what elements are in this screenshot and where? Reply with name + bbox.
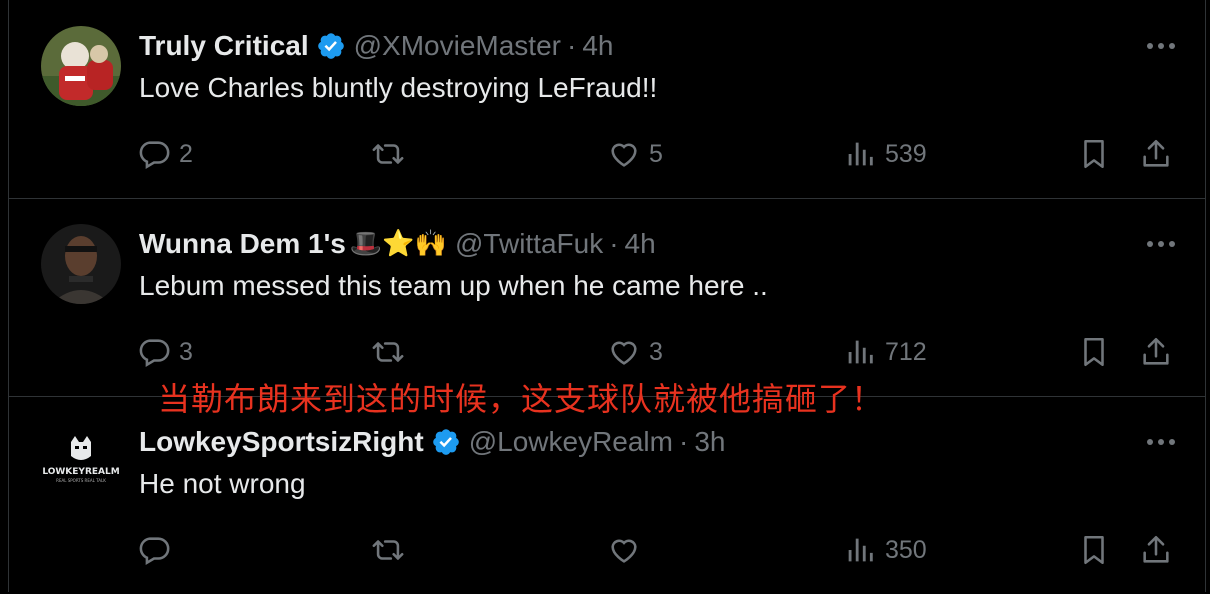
share-button[interactable] xyxy=(1139,530,1173,570)
bookmark-icon xyxy=(1084,139,1104,169)
like-button[interactable] xyxy=(607,530,641,570)
timestamp[interactable]: 3h xyxy=(694,426,725,458)
views-icon xyxy=(848,340,873,364)
separator-dot: · xyxy=(567,30,577,61)
view-count: 712 xyxy=(885,337,927,366)
view-count: 350 xyxy=(885,535,927,564)
retweet-button[interactable] xyxy=(371,530,405,570)
more-icon[interactable] xyxy=(1143,34,1179,58)
user-handle[interactable]: @XMovieMaster xyxy=(354,30,561,62)
tweet-item[interactable]: Wunna Dem 1's 🎩⭐🙌 @TwittaFuk · 4h Lebum … xyxy=(9,198,1205,397)
action-bar: 3 3 712 xyxy=(9,332,1205,372)
svg-text:LOWKEYREALM: LOWKEYREALM xyxy=(42,467,119,477)
svg-text:REAL SPORTS REAL TALK: REAL SPORTS REAL TALK xyxy=(56,478,106,483)
translation-caption: 当勒布朗来到这的时候，这支球队就被他搞砸了！ xyxy=(158,380,885,418)
more-icon[interactable] xyxy=(1143,430,1179,454)
views-button[interactable]: 712 xyxy=(843,332,927,372)
verified-badge-icon xyxy=(432,429,459,455)
action-bar: 2 5 539 xyxy=(9,134,1205,174)
like-button[interactable]: 3 xyxy=(607,332,663,372)
tweet-text: He not wrong xyxy=(139,468,306,499)
separator-dot: · xyxy=(678,426,689,457)
share-icon xyxy=(1143,139,1169,167)
reply-feed: Truly Critical @XMovieMaster · 4h Love C… xyxy=(8,0,1206,592)
tweet-header: Truly Critical @XMovieMaster · 4h xyxy=(139,28,613,64)
bookmark-icon xyxy=(1084,337,1104,367)
bookmark-icon xyxy=(1084,535,1104,565)
retweet-icon xyxy=(372,144,404,164)
tweet-item[interactable]: LOWKEYREALM REAL SPORTS REAL TALK Lowkey… xyxy=(9,396,1205,594)
tweet-text: Love Charles bluntly destroying LeFraud!… xyxy=(139,72,658,103)
views-icon xyxy=(848,538,873,562)
verified-badge-icon xyxy=(317,33,344,59)
share-icon xyxy=(1143,535,1169,563)
avatar[interactable] xyxy=(41,224,121,304)
share-button[interactable] xyxy=(1139,332,1173,372)
tweet-header: LowkeySportsizRight @LowkeyRealm · 3h xyxy=(139,424,725,460)
reply-button[interactable] xyxy=(137,530,171,570)
reply-count: 2 xyxy=(179,139,193,168)
avatar[interactable]: LOWKEYREALM REAL SPORTS REAL TALK xyxy=(41,422,121,502)
tweet-item[interactable]: Truly Critical @XMovieMaster · 4h Love C… xyxy=(9,0,1205,199)
like-count: 3 xyxy=(649,337,663,366)
user-handle[interactable]: @LowkeyRealm xyxy=(469,426,673,458)
like-count: 5 xyxy=(649,139,663,168)
more-icon[interactable] xyxy=(1143,232,1179,256)
display-name[interactable]: Truly Critical xyxy=(139,30,309,62)
views-icon xyxy=(848,142,873,166)
display-name[interactable]: LowkeySportsizRight xyxy=(139,426,424,458)
reply-button[interactable]: 2 xyxy=(137,134,193,174)
retweet-icon xyxy=(372,342,404,362)
retweet-icon xyxy=(372,540,404,560)
like-icon xyxy=(611,539,637,563)
bookmark-button[interactable] xyxy=(1077,134,1111,174)
tweet-header: Wunna Dem 1's 🎩⭐🙌 @TwittaFuk · 4h xyxy=(139,226,656,262)
name-emojis: 🎩⭐🙌 xyxy=(349,229,447,259)
view-count: 539 xyxy=(885,139,927,168)
views-button[interactable]: 539 xyxy=(843,134,927,174)
bookmark-button[interactable] xyxy=(1077,332,1111,372)
timestamp[interactable]: 4h xyxy=(625,228,656,260)
retweet-button[interactable] xyxy=(371,134,405,174)
timestamp[interactable]: 4h xyxy=(582,30,613,62)
reply-icon xyxy=(139,537,170,566)
views-button[interactable]: 350 xyxy=(843,530,927,570)
display-name[interactable]: Wunna Dem 1's xyxy=(139,228,346,260)
reply-icon xyxy=(139,141,170,170)
share-icon xyxy=(1143,337,1169,365)
like-icon xyxy=(611,143,637,167)
bookmark-button[interactable] xyxy=(1077,530,1111,570)
action-bar: 350 xyxy=(9,530,1205,570)
separator-dot: · xyxy=(609,228,619,259)
user-handle[interactable]: @TwittaFuk xyxy=(455,228,603,260)
avatar[interactable] xyxy=(41,26,121,106)
share-button[interactable] xyxy=(1139,134,1173,174)
like-button[interactable]: 5 xyxy=(607,134,663,174)
tweet-text: Lebum messed this team up when he came h… xyxy=(139,270,768,301)
reply-button[interactable]: 3 xyxy=(137,332,193,372)
reply-count: 3 xyxy=(179,337,193,366)
like-icon xyxy=(611,341,637,365)
reply-icon xyxy=(139,339,170,368)
retweet-button[interactable] xyxy=(371,332,405,372)
